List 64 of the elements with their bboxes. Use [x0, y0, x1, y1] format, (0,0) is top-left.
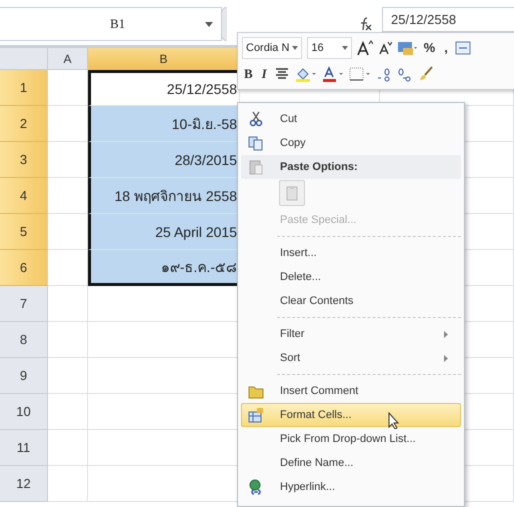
row-header[interactable]: 11	[0, 430, 48, 466]
menu-item[interactable]: Pick From Drop-down List...	[241, 427, 461, 451]
shrink-font-icon	[378, 40, 392, 56]
menu-item[interactable]: Hyperlink...	[241, 475, 461, 499]
row-header[interactable]: 2	[0, 106, 48, 142]
row-header[interactable]: 9	[0, 358, 48, 394]
italic-button[interactable]: I	[260, 66, 269, 82]
submenu-arrow-icon	[444, 330, 448, 338]
function-icon[interactable]	[358, 16, 372, 30]
menu-item[interactable]: Delete...	[241, 265, 461, 289]
table-cell: 28/3/2015	[88, 142, 240, 178]
fill-color-icon	[294, 66, 317, 82]
menu-section-header: Paste Options:	[241, 155, 461, 179]
name-box[interactable]: B1	[0, 6, 222, 40]
column-header[interactable]: A	[48, 48, 88, 70]
dropdown-arrow-icon[interactable]	[342, 46, 348, 50]
clipboard-icon	[248, 159, 264, 175]
merge-cells-icon	[454, 40, 471, 56]
menu-item[interactable]: Define Name...	[241, 451, 461, 475]
dropdown-arrow-icon[interactable]	[292, 46, 298, 50]
row-header[interactable]: 12	[0, 466, 48, 502]
row-header[interactable]: 5	[0, 214, 48, 250]
increase-decimal-icon	[376, 66, 392, 82]
menu-item[interactable]: Clear Contents	[241, 289, 461, 313]
resize-handle-icon[interactable]	[222, 6, 228, 40]
font-color-icon	[322, 66, 344, 82]
copy-icon	[248, 135, 264, 151]
clipboard-icon	[284, 185, 300, 201]
table-cell: 25/12/2558	[88, 70, 240, 106]
row-header[interactable]: 6	[0, 250, 48, 286]
mouse-pointer-icon	[388, 412, 400, 428]
table-cell: 10-มิ.ย.-58	[88, 106, 240, 142]
row-header[interactable]: 7	[0, 286, 48, 322]
font-size-field[interactable]: 16	[307, 36, 352, 59]
menu-item[interactable]: Format Cells...	[241, 403, 461, 427]
borders-icon	[348, 66, 371, 82]
row-header[interactable]: 4	[0, 178, 48, 214]
font-field[interactable]: Cordia N	[242, 36, 302, 59]
row-header[interactable]: 8	[0, 322, 48, 358]
column-header[interactable]: B	[88, 48, 240, 70]
menu-item[interactable]: Insert Comment	[241, 379, 461, 403]
row-header[interactable]: 10	[0, 394, 48, 430]
menu-item[interactable]: Insert...	[241, 241, 461, 265]
row-header[interactable]: 3	[0, 142, 48, 178]
bold-button[interactable]: B	[242, 66, 255, 82]
grow-font-icon	[356, 40, 373, 56]
brush-icon	[418, 66, 434, 82]
table-cell: 18 พฤศจิกายน 2558	[88, 178, 240, 214]
cell-styles-icon	[396, 40, 417, 56]
table-cell: ๑๙-ธ.ค.-๕๘	[88, 250, 240, 286]
scissors-icon	[248, 111, 264, 127]
decrease-decimal-icon	[396, 66, 413, 82]
menu-item[interactable]: Sort	[241, 346, 461, 370]
menu-item[interactable]: Cut	[241, 107, 461, 131]
percent-button[interactable]: %	[422, 40, 438, 56]
format-cells-icon	[248, 407, 264, 423]
dropdown-arrow-icon[interactable]	[205, 22, 213, 26]
submenu-arrow-icon	[444, 354, 448, 362]
comma-button[interactable]: ,	[442, 40, 450, 56]
formula-field[interactable]: 25/12/2558	[382, 7, 514, 32]
row-header[interactable]: 1	[0, 70, 48, 106]
menu-item[interactable]: Filter	[241, 322, 461, 346]
menu-item[interactable]: Copy	[241, 131, 461, 155]
table-cell: 25 April 2015	[88, 214, 240, 250]
